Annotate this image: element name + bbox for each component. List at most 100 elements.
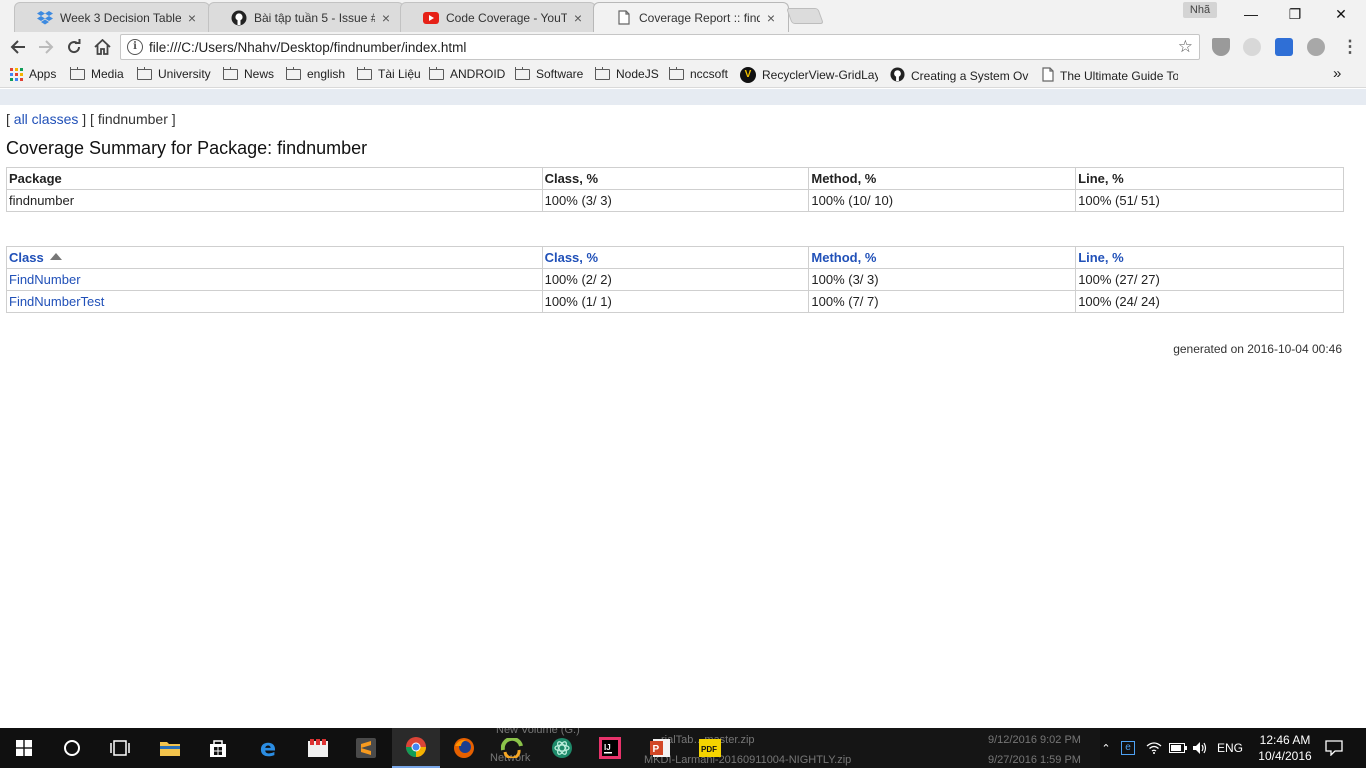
bookmark-university[interactable]: University [137, 67, 211, 81]
store-button[interactable] [194, 728, 242, 768]
tab-github-issue[interactable]: Bài tập tuần 5 - Issue #98 × [208, 2, 404, 32]
taskbar-app-button[interactable] [294, 728, 342, 768]
restore-button[interactable]: ❐ [1272, 0, 1318, 28]
app-icon [308, 739, 328, 757]
volume-icon[interactable] [1190, 728, 1210, 768]
bookmark-apps[interactable]: Apps [10, 67, 56, 81]
address-bar[interactable]: i file:///C:/Users/Nhahv/Desktop/findnum… [120, 34, 1200, 60]
line-coverage-cell: 100% (51/ 51) [1075, 189, 1344, 212]
wifi-icon[interactable] [1144, 728, 1164, 768]
bookmark-software[interactable]: Software [515, 67, 583, 81]
tray-chevron-icon[interactable]: ⌃ [1096, 728, 1116, 768]
generated-timestamp: generated on 2016-10-04 00:46 [1173, 342, 1342, 356]
taskbar-app-button[interactable] [488, 728, 536, 768]
home-button[interactable] [90, 35, 114, 59]
breadcrumb-separator: ] [ [82, 111, 94, 127]
folder-icon [515, 67, 530, 80]
back-button[interactable] [6, 35, 30, 59]
browser-toolbar: i file:///C:/Users/Nhahv/Desktop/findnum… [0, 32, 1366, 62]
tab-close-icon[interactable]: × [764, 10, 778, 26]
column-header-package: Package [6, 167, 543, 190]
bookmarks-overflow-button[interactable]: » [1333, 65, 1341, 82]
tab-title: Week 3 Decision Table-w [60, 10, 181, 25]
profile-button[interactable]: Nhã [1183, 2, 1217, 18]
pdf-icon: PDF [699, 739, 721, 757]
tab-close-icon[interactable]: × [185, 10, 199, 26]
language-indicator[interactable]: ENG [1212, 728, 1248, 768]
tray-app-icon[interactable]: e [1118, 728, 1138, 768]
sort-by-line-percent-header[interactable]: Line, % [1075, 246, 1344, 269]
minimize-button[interactable]: — [1228, 0, 1274, 28]
forward-button[interactable] [34, 35, 58, 59]
atom-button[interactable] [538, 728, 586, 768]
tab-close-icon[interactable]: × [571, 10, 585, 26]
bookmark-tai-lieu[interactable]: Tài Liệu [357, 67, 421, 81]
page-content: [ all classes ] [ findnumber ] Coverage … [0, 105, 1366, 728]
sublime-text-button[interactable] [342, 728, 390, 768]
close-window-button[interactable]: ✕ [1318, 0, 1364, 28]
new-tab-button[interactable] [786, 8, 824, 24]
info-icon[interactable]: i [127, 39, 143, 55]
package-name-cell: findnumber [6, 189, 543, 212]
task-view-icon [110, 740, 130, 756]
class-link-findnumber[interactable]: FindNumber [6, 268, 543, 291]
menu-icon[interactable]: ⋮ [1338, 35, 1362, 59]
table-row: FindNumberTest 100% (1/ 1) 100% (7/ 7) 1… [6, 290, 1344, 313]
class-link-findnumbertest[interactable]: FindNumberTest [6, 290, 543, 313]
bookmark-star-icon[interactable]: ☆ [1178, 37, 1193, 57]
extension-icon[interactable] [1275, 38, 1293, 56]
breadcrumb-bracket: ] [171, 111, 176, 127]
store-icon [210, 740, 226, 757]
bookmark-nccsoft[interactable]: nccsoft [669, 67, 728, 81]
bookmark-label: RecyclerView-GridLay [762, 68, 878, 82]
clock-date: 10/4/2016 [1258, 749, 1312, 763]
app-icon [501, 738, 523, 758]
edge-button[interactable]: e [244, 728, 292, 768]
bookmark-nodejs[interactable]: NodeJS [595, 67, 659, 81]
file-explorer-button[interactable] [146, 728, 194, 768]
cortana-button[interactable] [48, 728, 96, 768]
folder-icon [286, 67, 301, 80]
bookmark-label: Media [91, 67, 124, 81]
tab-close-icon[interactable]: × [379, 10, 393, 26]
all-classes-link[interactable]: all classes [14, 111, 79, 127]
tab-coverage-report[interactable]: Coverage Report :: findnu × [593, 2, 789, 32]
dropbox-icon [37, 10, 53, 26]
bookmark-english[interactable]: english [286, 67, 345, 81]
extension-icon[interactable] [1243, 38, 1261, 56]
v-circle-icon: V [740, 67, 756, 83]
bookmark-news[interactable]: News [223, 67, 274, 81]
battery-icon[interactable] [1168, 728, 1188, 768]
bookmark-ultimate-guide[interactable]: The Ultimate Guide To [1042, 67, 1178, 85]
clock[interactable]: 12:46 AM 10/4/2016 [1252, 732, 1318, 764]
screen: Week 3 Decision Table-w × Bài tập tuần 5… [0, 0, 1366, 768]
tab-week3[interactable]: Week 3 Decision Table-w × [14, 2, 210, 32]
task-view-button[interactable] [96, 728, 144, 768]
edge-icon: e [259, 734, 277, 762]
sort-by-class-percent-header[interactable]: Class, % [541, 246, 810, 269]
page-top-band [0, 89, 1366, 105]
powerpoint-icon: P [650, 739, 670, 757]
start-button[interactable] [0, 728, 48, 768]
bookmark-creating-system[interactable]: Creating a System Ov [890, 67, 1030, 85]
pdf-app-button[interactable]: PDF [686, 728, 734, 768]
shield-extension-icon[interactable] [1212, 38, 1230, 56]
table-row: FindNumber 100% (2/ 2) 100% (3/ 3) 100% … [6, 268, 1344, 291]
bookmark-android[interactable]: ANDROID [429, 67, 505, 81]
intellij-button[interactable]: IJ [586, 728, 634, 768]
sort-by-class-header[interactable]: Class [6, 246, 543, 269]
bookmark-media[interactable]: Media [70, 67, 124, 81]
chrome-button[interactable] [392, 728, 440, 768]
powerpoint-button[interactable]: P [636, 728, 684, 768]
table-row: findnumber 100% (3/ 3) 100% (10/ 10) 100… [6, 189, 1344, 212]
reload-button[interactable] [62, 35, 86, 59]
action-center-icon[interactable] [1322, 728, 1346, 768]
class-coverage-cell: 100% (1/ 1) [541, 290, 810, 313]
folder-icon [669, 67, 684, 80]
extension-icon[interactable] [1307, 38, 1325, 56]
breadcrumb-bracket: [ [6, 111, 10, 127]
bookmark-recyclerview[interactable]: V RecyclerView-GridLay [740, 67, 878, 83]
tab-youtube[interactable]: Code Coverage - YouTub × [400, 2, 596, 32]
sort-by-method-percent-header[interactable]: Method, % [808, 246, 1077, 269]
firefox-button[interactable] [440, 728, 488, 768]
